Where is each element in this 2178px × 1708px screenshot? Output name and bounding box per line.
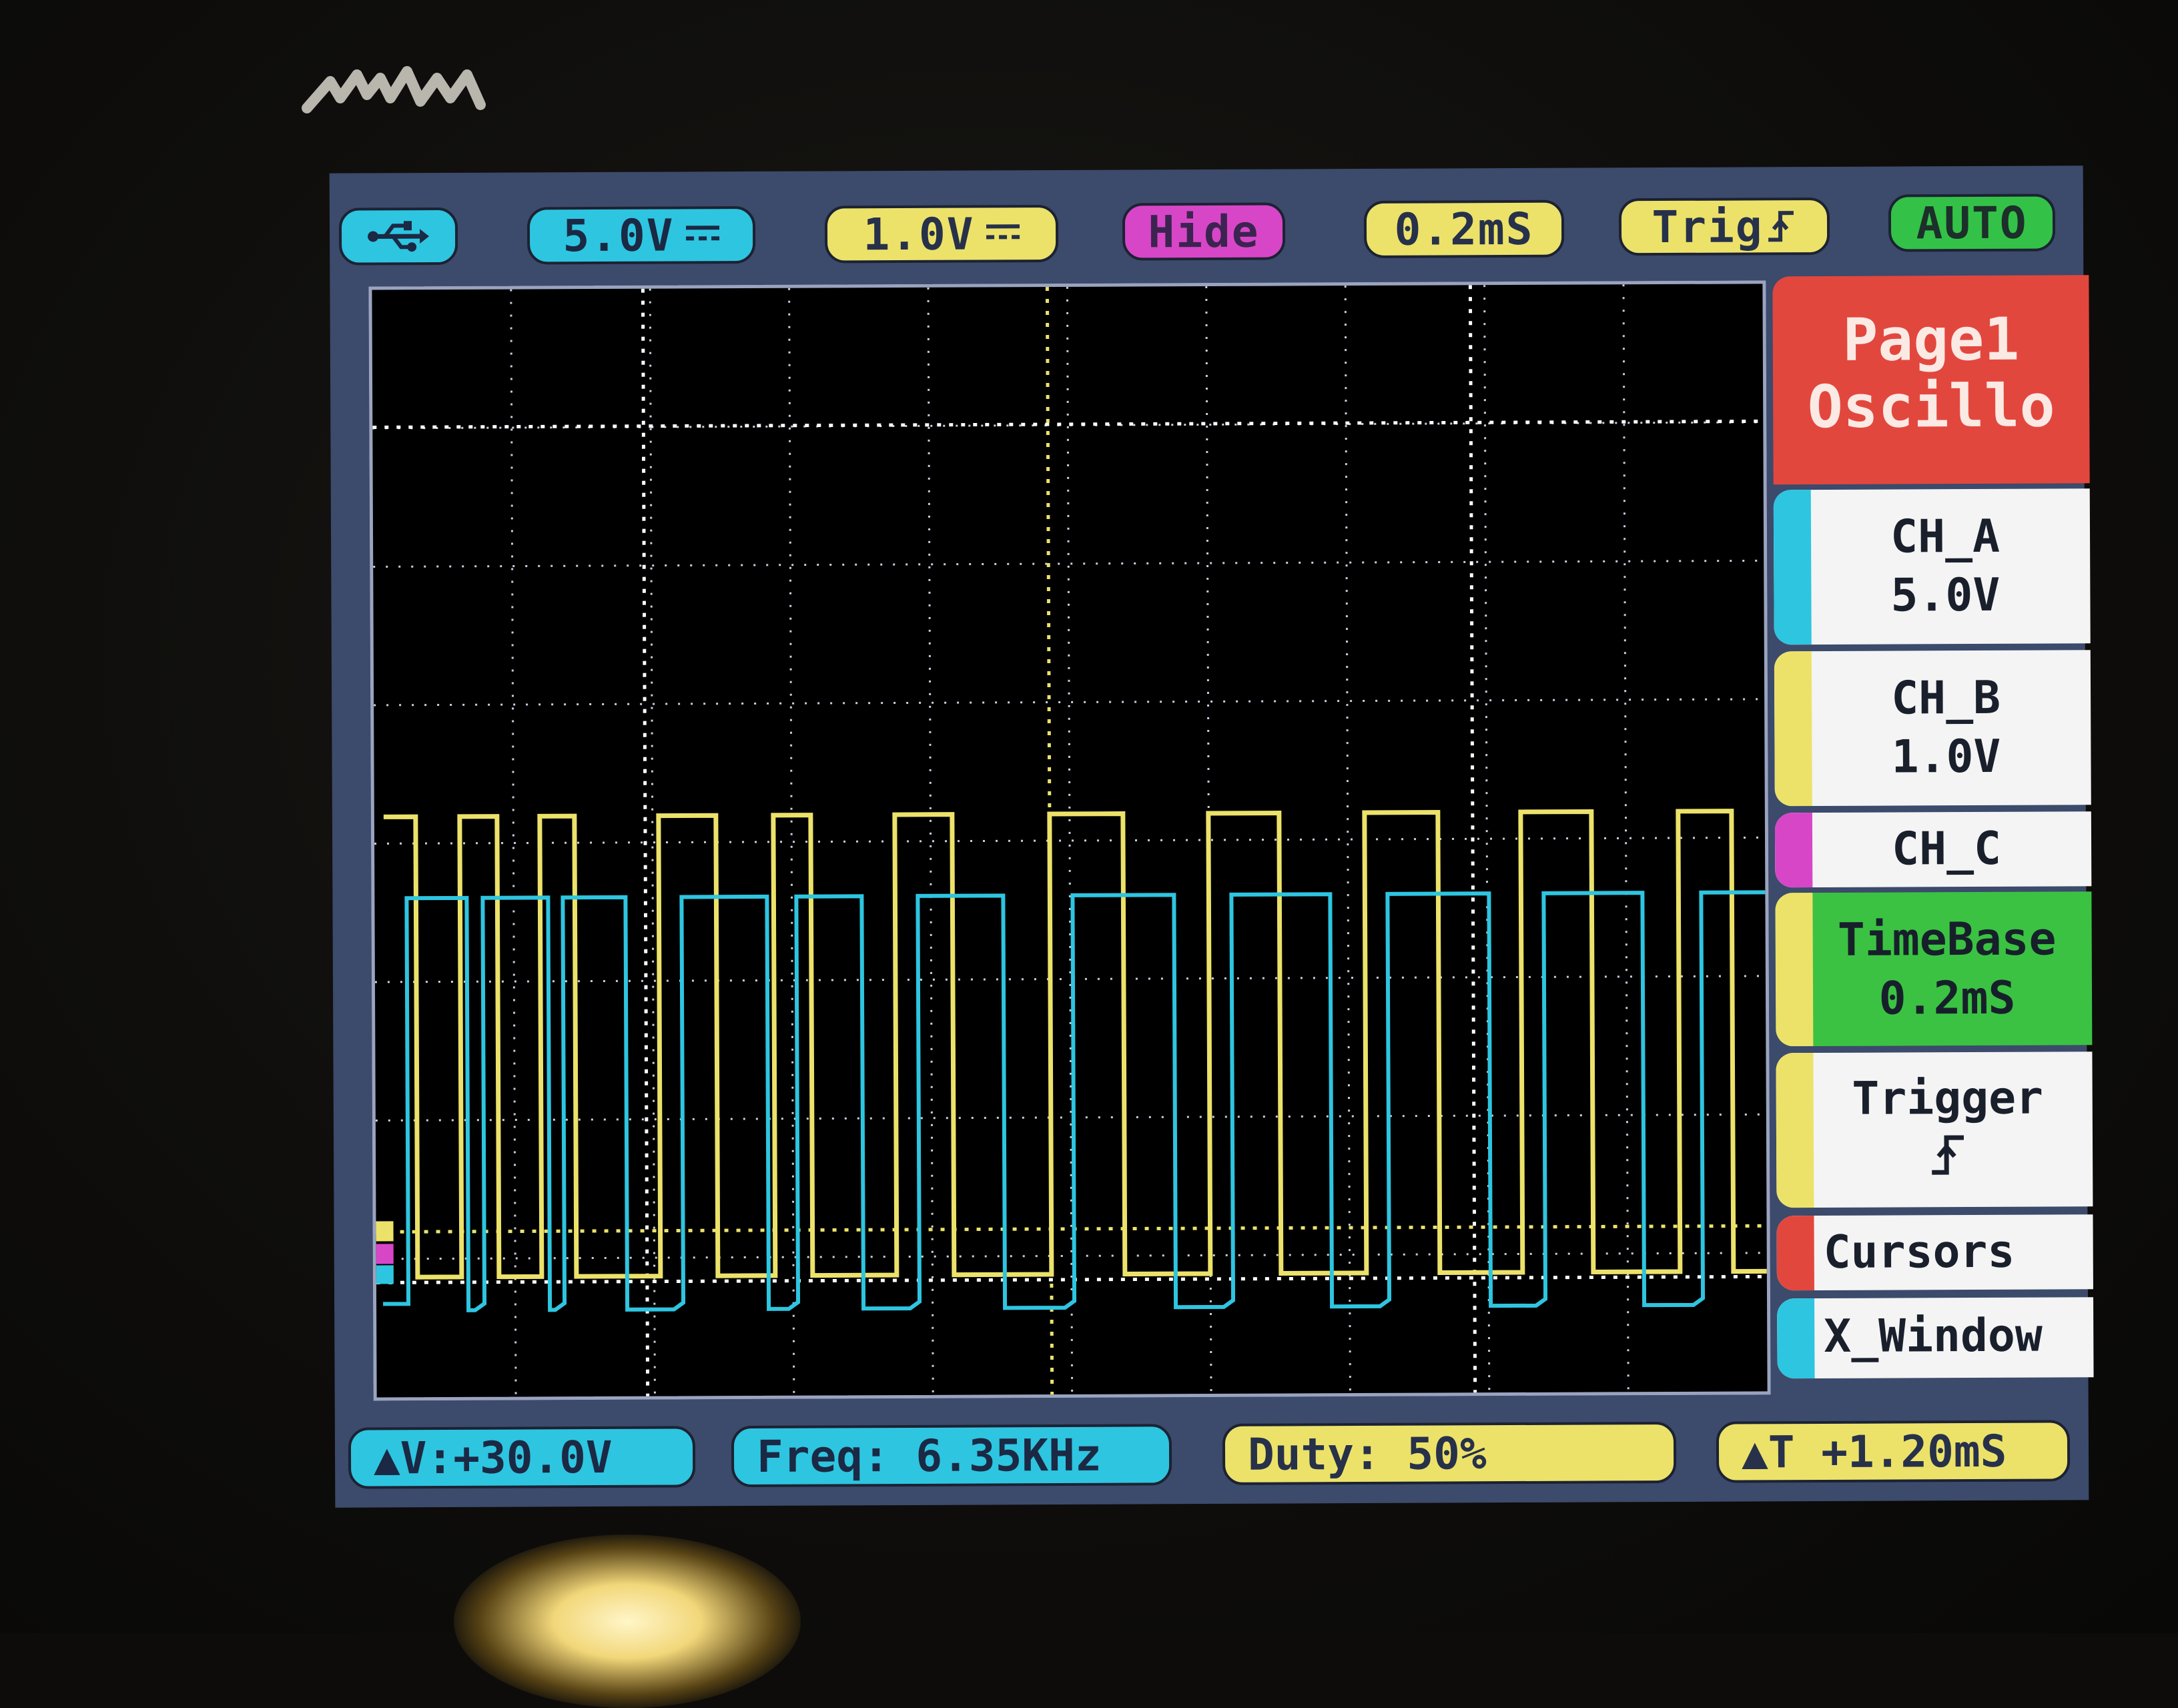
run-mode-button[interactable]: AUTO: [1888, 193, 2055, 252]
ch-a-waveform: [381, 892, 1767, 1310]
timebase-label: TimeBase: [1775, 910, 2091, 970]
ch-a-label: CH_A: [1774, 507, 2090, 567]
brand-logo: [300, 61, 500, 121]
dc-coupling-icon: [986, 224, 1020, 243]
usb-indicator: [339, 207, 458, 266]
trigger-icon-holder: [1776, 1128, 2093, 1197]
ch-a-marker: [376, 1265, 394, 1284]
grid-line-horizontal: [374, 837, 1765, 843]
grid-line-horizontal: [374, 699, 1764, 705]
ch-b-scale-button[interactable]: 1.0V: [825, 205, 1058, 264]
light-reflection: [454, 1535, 801, 1708]
menu-page-oscillo[interactable]: Page1 Oscillo: [1772, 275, 2089, 484]
oscilloscope-screen: 5.0V 1.0V Hide 0.2mS Trig AUTO Page1 Osc…: [330, 165, 2089, 1507]
menu-x-window[interactable]: X_Window: [1777, 1297, 2094, 1378]
trigger-label: Trig: [1652, 201, 1763, 253]
ch-b-marker: [376, 1221, 394, 1241]
dc-coupling-icon: [686, 226, 719, 244]
menu-trigger[interactable]: Trigger: [1776, 1051, 2093, 1208]
grid-line-horizontal: [375, 976, 1766, 982]
grid-line-horizontal: [376, 1253, 1767, 1259]
ch-b-scale-value: 1.0V: [863, 208, 974, 260]
trigger-menu-label: Trigger: [1776, 1069, 2093, 1129]
frequency-readout[interactable]: Freq: 6.35KHz: [731, 1424, 1172, 1487]
menu-ch-a[interactable]: CH_A 5.0V: [1774, 488, 2091, 645]
page-line2: Oscillo: [1773, 372, 2089, 440]
menu-timebase[interactable]: TimeBase 0.2mS: [1775, 891, 2092, 1046]
run-mode-value: AUTO: [1916, 197, 2027, 249]
frequency-value: Freq: 6.35KHz: [757, 1429, 1102, 1482]
trigger-button[interactable]: Trig: [1619, 197, 1830, 256]
grid-line-vertical: [1067, 287, 1072, 1394]
delta-t-readout[interactable]: ▲T +1.20mS: [1716, 1420, 2070, 1482]
cursors-label: Cursors: [1777, 1222, 2093, 1282]
ch-c-marker: [376, 1244, 394, 1264]
menu-ch-c[interactable]: CH_C: [1775, 811, 2091, 887]
ch-b-label: CH_B: [1774, 669, 2091, 729]
ch-a-value: 5.0V: [1774, 566, 2090, 626]
rising-edge-icon: [1928, 1128, 1968, 1182]
ch-a-scale-value: 5.0V: [563, 209, 674, 262]
duty-readout[interactable]: Duty: 50%: [1222, 1422, 1676, 1485]
usb-icon: [366, 220, 430, 253]
ch-c-label: CH_C: [1775, 819, 2091, 879]
timebase-value: 0.2mS: [1395, 203, 1534, 255]
grid-line-horizontal: [376, 1114, 1766, 1120]
ch-c-hide-button[interactable]: Hide: [1122, 202, 1285, 260]
menu-ch-b[interactable]: CH_B 1.0V: [1774, 650, 2091, 806]
delta-v-readout[interactable]: ▲V:+30.0V: [348, 1426, 695, 1488]
page-line1: Page1: [1773, 306, 2089, 374]
x-window-label: X_Window: [1777, 1306, 2093, 1366]
timebase-button[interactable]: 0.2mS: [1364, 200, 1564, 258]
rising-edge-icon: [1766, 206, 1796, 246]
timebase-menu-value: 0.2mS: [1776, 969, 2092, 1029]
waveform-svg: [372, 284, 1767, 1397]
delta-t-value: ▲T +1.20mS: [1742, 1425, 2007, 1478]
ch-b-value: 1.0V: [1774, 727, 2091, 787]
waveform-display[interactable]: [368, 280, 1770, 1400]
delta-v-value: ▲V:+30.0V: [374, 1431, 613, 1484]
duty-value: Duty: 50%: [1248, 1428, 1487, 1480]
side-menu: Page1 Oscillo CH_A 5.0V CH_B 1.0V CH_C T…: [1772, 275, 2093, 1390]
menu-cursors[interactable]: Cursors: [1776, 1214, 2093, 1290]
ch-c-state: Hide: [1148, 205, 1259, 258]
ch-a-scale-button[interactable]: 5.0V: [527, 206, 755, 264]
